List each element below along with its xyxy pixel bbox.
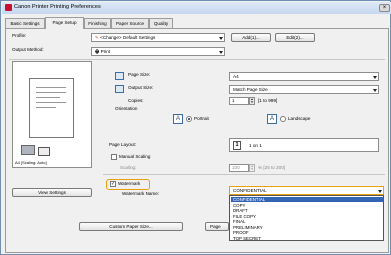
printer-app-icon [5, 4, 12, 11]
watermark-option[interactable]: PRELIMINARY [231, 225, 383, 230]
landscape-radio[interactable] [280, 116, 286, 122]
portrait-radio[interactable] [186, 116, 192, 122]
edit-profile-button[interactable]: Edit(2)... [275, 33, 315, 42]
scaling-range: % [25 to 200] [258, 165, 286, 170]
page-layout-label: Page Layout: [109, 142, 137, 147]
view-settings-button[interactable]: View Settings [12, 188, 92, 197]
page-icon [38, 147, 50, 156]
landscape-icon: A [267, 114, 277, 124]
manual-scaling-label: Manual Scaling [119, 154, 151, 159]
page-size-select[interactable]: A4 [229, 72, 379, 81]
preview-caption: A4 [Scaling: Auto] [15, 160, 47, 165]
pencil-icon: ✎ [95, 35, 99, 40]
output-size-label: Output Size: [128, 85, 154, 90]
scaling-spinner[interactable]: ▴ ▾ [249, 164, 255, 172]
printing-preferences-window: Canon Printer Printing Preferences × Bas… [0, 0, 391, 255]
page-size-label: Page Size: [128, 72, 151, 77]
manual-scaling-checkbox[interactable] [111, 154, 117, 160]
window-title: Canon Printer Printing Preferences [14, 4, 101, 10]
watermark-option[interactable]: COPY [231, 203, 383, 208]
watermark-option[interactable]: FILE COPY [231, 214, 383, 219]
watermark-option[interactable]: FINAL [231, 219, 383, 224]
page-size-value: A4 [233, 74, 239, 79]
output-size-value: Match Page Size [233, 87, 268, 92]
chevron-down-icon [373, 89, 377, 92]
output-method-select[interactable]: 🖶 Print [91, 47, 225, 56]
profile-label: Profile: [12, 33, 27, 38]
watermark-option[interactable]: DRAFT [231, 208, 383, 213]
watermark-option[interactable]: TOP SECRET [231, 236, 383, 241]
output-method-label: Output Method: [12, 47, 44, 52]
copies-range: [1 to 999] [258, 98, 278, 103]
landscape-label: Landscape [288, 116, 311, 121]
divider [103, 174, 385, 175]
portrait-label: Portrait [194, 116, 209, 121]
chevron-down-icon [219, 37, 223, 40]
watermark-checkbox[interactable]: ✓ [110, 181, 116, 187]
copies-label: Copies: [128, 98, 144, 103]
watermark-select[interactable]: CONFIDENTIAL [229, 186, 384, 195]
tab-paper-source[interactable]: Paper Source [111, 18, 149, 28]
orientation-label: Orientation [115, 106, 138, 111]
page-preview-icon [29, 78, 74, 138]
tab-finishing[interactable]: Finishing [84, 18, 111, 28]
close-button[interactable]: × [379, 4, 390, 12]
watermark-dropdown-list: CONFIDENTIAL COPY DRAFT FILE COPY FINAL … [229, 195, 384, 241]
chevron-down-icon [219, 51, 223, 54]
page-size-icon [115, 72, 124, 80]
output-size-select[interactable]: Match Page Size [229, 85, 379, 94]
add-profile-button[interactable]: Add(1)... [231, 33, 271, 42]
preview-pane: A4 [Scaling: Auto] [12, 61, 92, 168]
chevron-down-icon [378, 190, 382, 193]
scaling-input[interactable]: 100 [229, 164, 249, 172]
watermark-option[interactable]: CONFIDENTIAL [231, 197, 383, 202]
copies-spinner[interactable]: ▴ ▾ [249, 97, 255, 105]
watermark-label: Watermark [118, 181, 141, 186]
printer-icon: 🖶 [95, 49, 100, 54]
printer-icon [21, 145, 35, 155]
profile-value: <Change> Default Settings [100, 35, 156, 40]
chevron-down-icon [373, 76, 377, 79]
title-bar: Canon Printer Printing Preferences × [2, 2, 391, 14]
page-layout-value: 1 on 1 [249, 143, 262, 148]
custom-paper-size-button[interactable]: Custom Paper Size... [79, 222, 183, 231]
tab-page-setup[interactable]: Page Setup [45, 17, 84, 29]
tab-quality[interactable]: Quality [149, 18, 173, 28]
watermark-value: CONFIDENTIAL [233, 188, 267, 193]
tab-basic-settings[interactable]: Basic Settings [5, 18, 45, 28]
page-options-button[interactable]: Page [205, 222, 229, 231]
output-method-value: Print [100, 49, 111, 54]
scaling-label: Scaling: [120, 165, 137, 170]
watermark-option[interactable]: PROOF [231, 230, 383, 235]
watermark-name-label: Watermark Name: [122, 191, 160, 196]
page-layout-icon: 1 [233, 141, 241, 150]
page-layout-select[interactable]: 1 1 on 1 [229, 138, 379, 152]
copies-input[interactable]: 1 [229, 97, 249, 105]
profile-select[interactable]: ✎ <Change> Default Settings [91, 33, 225, 42]
divider [9, 59, 385, 60]
output-size-icon [115, 85, 124, 93]
portrait-icon: A [173, 114, 183, 124]
